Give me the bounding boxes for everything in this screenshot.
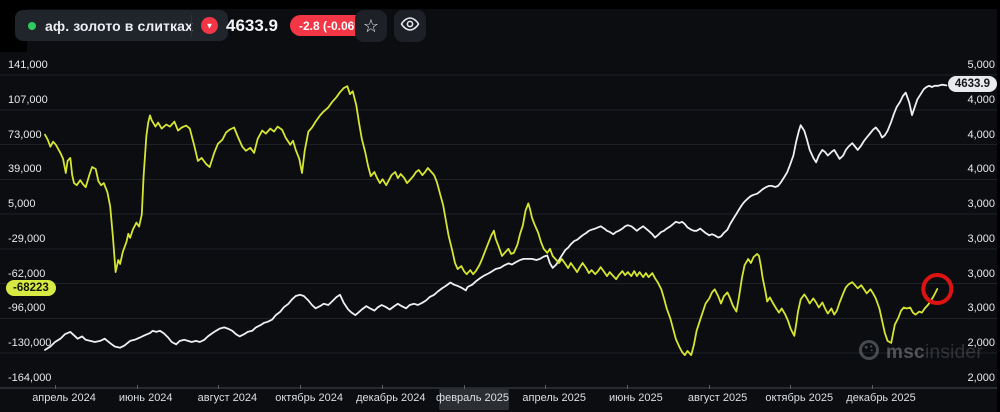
x-axis-tick [463, 385, 465, 389]
x-axis-tick [136, 385, 138, 389]
x-axis-label: июнь 2024 [118, 392, 173, 404]
x-axis-label: декабрь 2025 [846, 392, 916, 404]
x-axis-label: июнь 2025 [609, 392, 663, 404]
favorite-button[interactable]: ☆ [355, 10, 387, 42]
header-divider [191, 15, 192, 37]
x-axis-tick [545, 385, 547, 389]
price-line [44, 83, 948, 351]
star-icon: ☆ [362, 15, 380, 36]
x-axis-tick [55, 385, 56, 389]
x-axis-tick [381, 385, 383, 389]
indicator-line [44, 85, 939, 357]
x-axis-tick [790, 385, 792, 389]
symbol-selector[interactable]: аф. золото в слитках [15, 10, 228, 41]
market-open-dot-icon [28, 21, 36, 30]
x-axis-label: декабрь 2024 [356, 392, 426, 404]
x-axis-tick [872, 385, 873, 389]
x-axis[interactable]: апрель 2024 июнь 2024 август 2024 октябрь 2… [0, 385, 1000, 412]
x-axis-label: август 2024 [197, 392, 258, 404]
x-axis-tick [626, 385, 628, 389]
x-axis-label: февраль 2025 [436, 392, 509, 404]
x-axis-label: октябрь 2025 [765, 392, 834, 404]
x-axis-tick [708, 385, 710, 389]
x-axis-label: октябрь 2024 [275, 392, 343, 404]
x-axis-tick [218, 385, 220, 389]
watchlist-button[interactable] [394, 10, 426, 42]
symbol-name: аф. золото в слитках [45, 17, 193, 34]
eye-icon [400, 16, 420, 36]
x-axis-label: август 2025 [687, 392, 748, 404]
price-chart[interactable] [0, 0, 1000, 412]
x-axis-label: апрель 2025 [522, 392, 586, 404]
x-axis-label: апрель 2024 [32, 392, 96, 404]
x-axis-tick [300, 385, 302, 389]
chart-header: аф. золото в слитках ▼ 4633.9 -2.8 (-0.0… [0, 0, 1000, 54]
last-price: 4633.9 [226, 16, 278, 35]
price-direction-icon: ▼ [201, 17, 218, 34]
